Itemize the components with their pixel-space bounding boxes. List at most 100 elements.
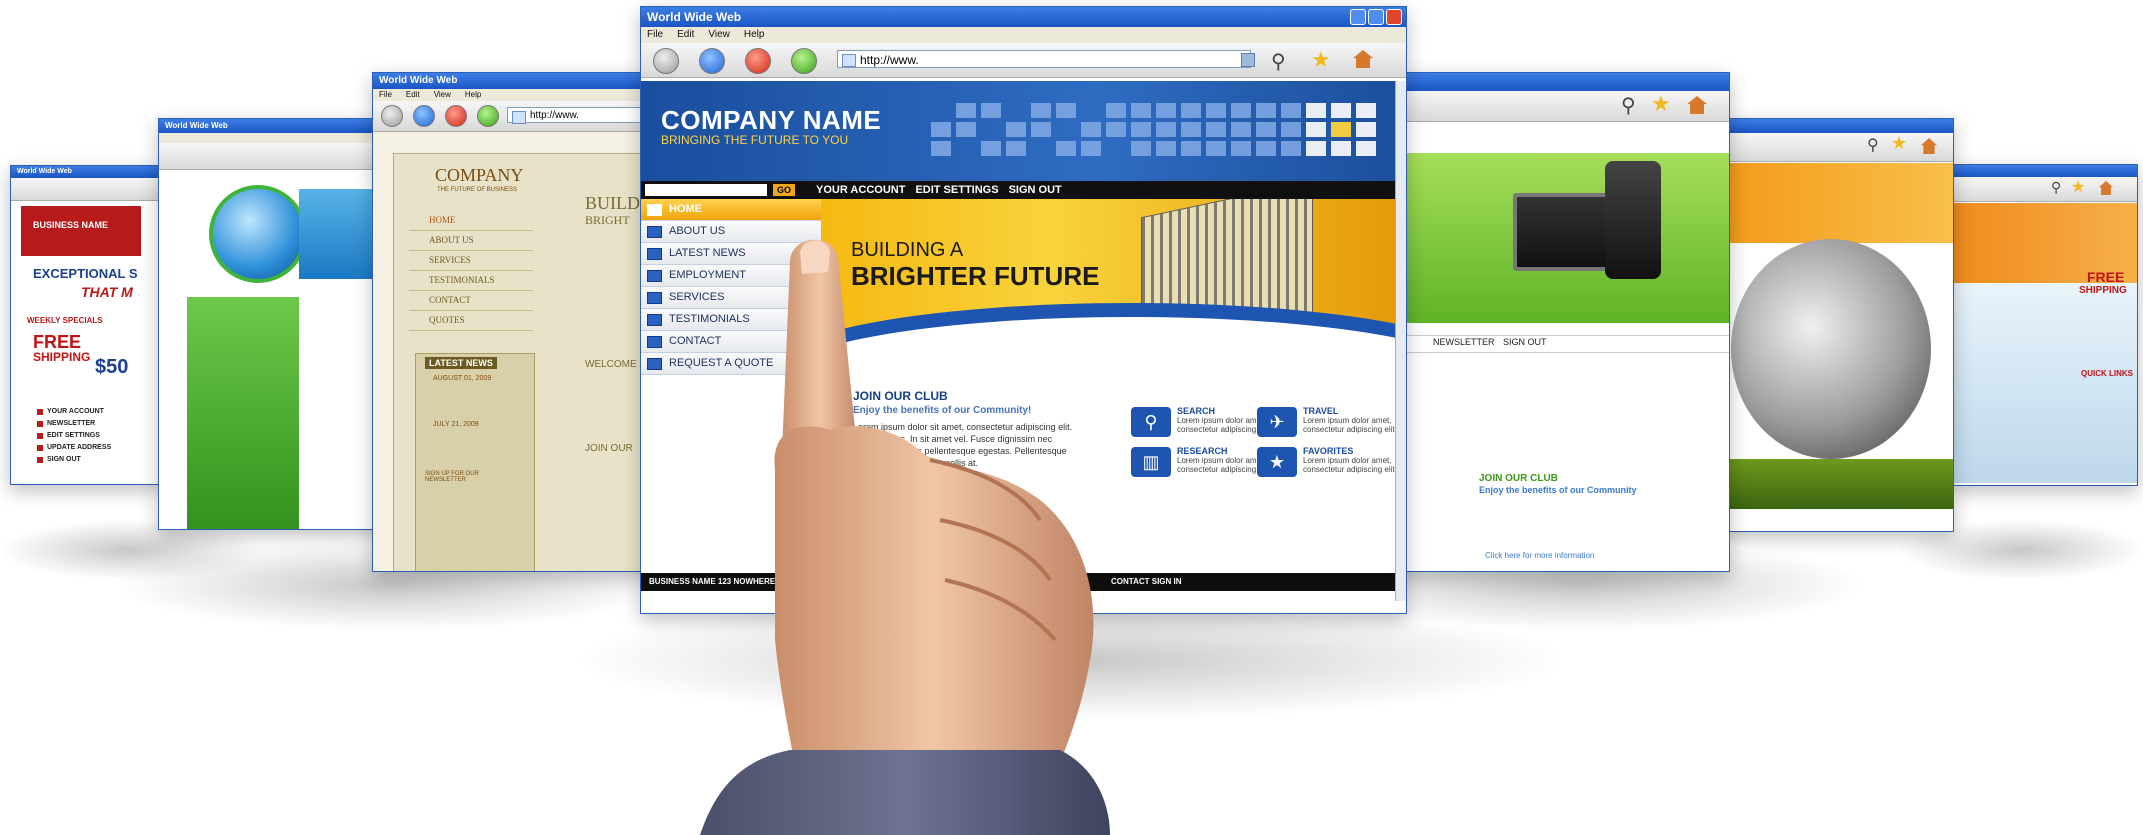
menu-item[interactable]: Edit: [406, 89, 420, 101]
side-nav-item[interactable]: HOME: [409, 211, 533, 231]
favorites-star-icon[interactable]: ★: [1891, 133, 1907, 154]
side-nav-item[interactable]: QUOTES: [409, 311, 533, 331]
feature-text: Lorem ipsum dolor amet, consectetur adip…: [1303, 456, 1397, 474]
home-icon[interactable]: [1353, 50, 1373, 68]
search-icon[interactable]: ⚲: [2051, 179, 2061, 196]
side-nav-home[interactable]: HOME: [641, 199, 821, 221]
account-link[interactable]: NEWSLETTER: [37, 418, 157, 430]
header-tile: [1081, 122, 1101, 137]
search-icon[interactable]: ⚲: [1621, 93, 1636, 118]
header-tile: [1206, 103, 1226, 118]
address-bar[interactable]: http://www.: [507, 107, 657, 124]
address-dropdown-icon[interactable]: [1241, 53, 1255, 67]
search-go-button[interactable]: GO: [773, 184, 795, 196]
header-tile: [1131, 103, 1151, 118]
nav-sign-out[interactable]: SIGN OUT: [1009, 181, 1062, 199]
floor-shadow: [580, 600, 1560, 720]
header-tile: [1256, 122, 1276, 137]
address-bar[interactable]: http://www.: [837, 50, 1251, 68]
stop-icon[interactable]: [745, 48, 771, 74]
side-nav-testimonials[interactable]: TESTIMONIALS: [641, 309, 821, 331]
stop-icon[interactable]: [445, 105, 467, 127]
search-feature-icon[interactable]: ⚲: [1131, 407, 1171, 437]
browser-window-main[interactable]: World Wide Web File Edit View Help http:…: [640, 6, 1407, 614]
menu-item[interactable]: File: [379, 89, 392, 101]
minimize-icon[interactable]: [1350, 9, 1366, 25]
toolbar: ⚲ ★: [1951, 177, 2137, 202]
research-feature-icon[interactable]: ▥: [1131, 447, 1171, 477]
menu-view[interactable]: View: [708, 27, 730, 43]
home-icon[interactable]: [2099, 181, 2113, 195]
browser-window-left-far[interactable]: World Wide Web BUSINESS NAME EXCEPTIONAL…: [10, 165, 162, 485]
account-link[interactable]: UPDATE ADDRESS: [37, 442, 157, 454]
header-tile: [1181, 103, 1201, 118]
forward-icon[interactable]: [413, 105, 435, 127]
home-icon[interactable]: [1921, 138, 1937, 154]
account-link[interactable]: EDIT SETTINGS: [37, 430, 157, 442]
menu-file[interactable]: File: [647, 27, 663, 43]
menu-edit[interactable]: Edit: [677, 27, 694, 43]
company-tagline: BRINGING THE FUTURE TO YOU: [661, 133, 849, 147]
menu-item[interactable]: View: [434, 89, 451, 101]
side-nav-employment[interactable]: EMPLOYMENT: [641, 265, 821, 287]
side-nav-item[interactable]: SERVICES: [409, 251, 533, 271]
side-nav-request-quote[interactable]: REQUEST A QUOTE: [641, 353, 821, 375]
nav-edit-settings[interactable]: EDIT SETTINGS: [915, 181, 998, 199]
search-icon[interactable]: ⚲: [1867, 135, 1879, 155]
window-title-text: World Wide Web: [647, 10, 742, 24]
travel-feature-icon[interactable]: ✈: [1257, 407, 1297, 437]
header-tile: [1331, 103, 1351, 118]
account-link[interactable]: SIGN OUT: [37, 454, 157, 466]
side-nav-services[interactable]: SERVICES: [641, 287, 821, 309]
header-tile: [1156, 141, 1176, 156]
join-title: JOIN OUR CLUB: [1479, 473, 1558, 484]
browser-window-right-1[interactable]: ⚲ ★ NEWSLETTER SIGN OUT JOIN OUR CLUB En…: [1392, 72, 1730, 572]
favorites-feature-icon[interactable]: ★: [1257, 447, 1297, 477]
side-nav-latest-news[interactable]: LATEST NEWS: [641, 243, 821, 265]
back-icon[interactable]: [381, 105, 403, 127]
favorites-star-icon[interactable]: ★: [2071, 177, 2085, 197]
join-heading: JOIN OUR: [585, 443, 633, 454]
heading: BUILD: [585, 193, 640, 213]
home-icon[interactable]: [1687, 96, 1707, 114]
nav-newsletter[interactable]: NEWSLETTER: [1433, 337, 1495, 347]
refresh-icon[interactable]: [791, 48, 817, 74]
search-icon[interactable]: ⚲: [1271, 49, 1286, 74]
site-footer: BUSINESS NAME 123 NOWHERE STREET CONTACT…: [641, 573, 1401, 591]
specials-label: WEEKLY SPECIALS: [27, 316, 103, 325]
browser-window-right-far[interactable]: ⚲ ★ FREE SHIPPING QUICK LINKS: [1950, 164, 2138, 486]
site-search-input[interactable]: [645, 184, 767, 196]
side-nav-about-us[interactable]: ABOUT US: [641, 221, 821, 243]
maximize-icon[interactable]: [1368, 9, 1384, 25]
back-icon[interactable]: [653, 48, 679, 74]
menu-item[interactable]: Help: [465, 89, 481, 101]
side-nav-contact[interactable]: CONTACT: [641, 331, 821, 353]
close-icon[interactable]: [1386, 9, 1402, 25]
header-tile: [1206, 141, 1226, 156]
side-nav-item[interactable]: ABOUT US: [409, 231, 533, 251]
company-tagline: THE FUTURE OF BUSINESS: [437, 187, 518, 193]
nav-your-account[interactable]: YOUR ACCOUNT: [816, 181, 905, 199]
shipping-label: SHIPPING: [2079, 285, 2127, 296]
more-info-link[interactable]: Click here for more information: [1485, 551, 1594, 560]
scrollbar[interactable]: [1395, 81, 1406, 601]
header-tile: [1156, 103, 1176, 118]
menu-help[interactable]: Help: [744, 27, 765, 43]
header-tile: [1181, 122, 1201, 137]
account-link[interactable]: YOUR ACCOUNT: [37, 406, 157, 418]
footer-links[interactable]: CONTACT SIGN IN: [1111, 573, 1182, 591]
favorites-star-icon[interactable]: ★: [1311, 47, 1331, 73]
browser-window-left-3[interactable]: World Wide Web File Edit View Help http://w…: [372, 72, 666, 572]
favorites-star-icon[interactable]: ★: [1651, 91, 1671, 117]
side-nav-item[interactable]: CONTACT: [409, 291, 533, 311]
browser-window-right-2[interactable]: ⚲ ★: [1720, 118, 1954, 532]
toolbar: [159, 143, 399, 170]
header-tile: [1281, 103, 1301, 118]
side-nav-item[interactable]: TESTIMONIALS: [409, 271, 533, 291]
nav-signout[interactable]: SIGN OUT: [1503, 337, 1547, 347]
forward-icon[interactable]: [699, 48, 725, 74]
site-header: COMPANY NAME BRINGING THE FUTURE TO YOU: [641, 81, 1401, 181]
browser-window-left-2[interactable]: World Wide Web: [158, 118, 400, 530]
header-tile: [1331, 141, 1351, 156]
refresh-icon[interactable]: [477, 105, 499, 127]
